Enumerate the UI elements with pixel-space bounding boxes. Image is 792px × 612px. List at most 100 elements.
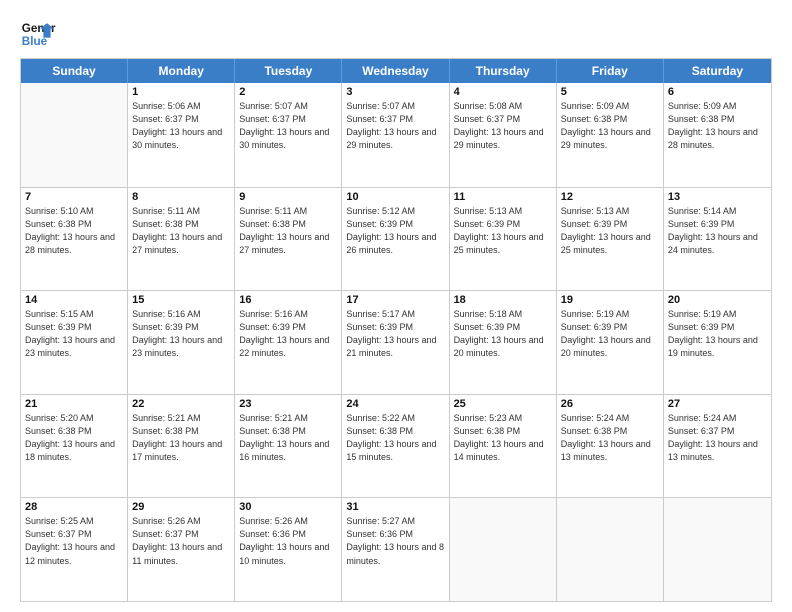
logo-icon: General Blue [20,16,56,52]
day-header-thursday: Thursday [450,59,557,83]
calendar-cell: 8 Sunrise: 5:11 AMSunset: 6:38 PMDaylight… [128,188,235,291]
calendar-cell: 28 Sunrise: 5:25 AMSunset: 6:37 PMDayligh… [21,498,128,601]
day-info: Sunrise: 5:08 AMSunset: 6:37 PMDaylight:… [454,100,552,152]
day-info: Sunrise: 5:11 AMSunset: 6:38 PMDaylight:… [239,205,337,257]
calendar-cell: 12 Sunrise: 5:13 AMSunset: 6:39 PMDayligh… [557,188,664,291]
calendar: SundayMondayTuesdayWednesdayThursdayFrid… [20,58,772,602]
day-info: Sunrise: 5:20 AMSunset: 6:38 PMDaylight:… [25,412,123,464]
day-info: Sunrise: 5:25 AMSunset: 6:37 PMDaylight:… [25,515,123,567]
calendar-cell: 31 Sunrise: 5:27 AMSunset: 6:36 PMDayligh… [342,498,449,601]
day-info: Sunrise: 5:13 AMSunset: 6:39 PMDaylight:… [561,205,659,257]
day-number: 30 [239,501,337,513]
calendar-header: SundayMondayTuesdayWednesdayThursdayFrid… [21,59,771,83]
day-number: 18 [454,294,552,306]
calendar-cell: 13 Sunrise: 5:14 AMSunset: 6:39 PMDayligh… [664,188,771,291]
day-number: 2 [239,86,337,98]
day-number: 3 [346,86,444,98]
day-header-friday: Friday [557,59,664,83]
day-info: Sunrise: 5:07 AMSunset: 6:37 PMDaylight:… [239,100,337,152]
day-number: 10 [346,191,444,203]
calendar-cell: 7 Sunrise: 5:10 AMSunset: 6:38 PMDaylight… [21,188,128,291]
calendar-cell: 26 Sunrise: 5:24 AMSunset: 6:38 PMDayligh… [557,395,664,498]
calendar-cell: 29 Sunrise: 5:26 AMSunset: 6:37 PMDayligh… [128,498,235,601]
day-info: Sunrise: 5:24 AMSunset: 6:38 PMDaylight:… [561,412,659,464]
svg-text:General: General [22,22,56,35]
calendar-cell: 14 Sunrise: 5:15 AMSunset: 6:39 PMDayligh… [21,291,128,394]
day-info: Sunrise: 5:21 AMSunset: 6:38 PMDaylight:… [239,412,337,464]
calendar-cell: 18 Sunrise: 5:18 AMSunset: 6:39 PMDayligh… [450,291,557,394]
day-info: Sunrise: 5:23 AMSunset: 6:38 PMDaylight:… [454,412,552,464]
day-header-saturday: Saturday [664,59,771,83]
day-number: 29 [132,501,230,513]
calendar-cell: 1Sunrise: 5:06 AMSunset: 6:37 PMDaylight… [128,83,235,187]
day-number: 5 [561,86,659,98]
day-header-wednesday: Wednesday [342,59,449,83]
calendar-cell: 6Sunrise: 5:09 AMSunset: 6:38 PMDaylight… [664,83,771,187]
day-info: Sunrise: 5:17 AMSunset: 6:39 PMDaylight:… [346,308,444,360]
logo: General Blue [20,16,56,52]
day-number: 16 [239,294,337,306]
day-info: Sunrise: 5:13 AMSunset: 6:39 PMDaylight:… [454,205,552,257]
day-info: Sunrise: 5:24 AMSunset: 6:37 PMDaylight:… [668,412,767,464]
calendar-week-3: 14 Sunrise: 5:15 AMSunset: 6:39 PMDayligh… [21,290,771,394]
calendar-cell [21,83,128,187]
day-number: 6 [668,86,767,98]
day-number: 31 [346,501,444,513]
day-info: Sunrise: 5:12 AMSunset: 6:39 PMDaylight:… [346,205,444,257]
calendar-cell: 10 Sunrise: 5:12 AMSunset: 6:39 PMDayligh… [342,188,449,291]
calendar-cell: 22 Sunrise: 5:21 AMSunset: 6:38 PMDayligh… [128,395,235,498]
calendar-week-2: 7 Sunrise: 5:10 AMSunset: 6:38 PMDaylight… [21,187,771,291]
day-number: 9 [239,191,337,203]
day-number: 8 [132,191,230,203]
day-info: Sunrise: 5:21 AMSunset: 6:38 PMDaylight:… [132,412,230,464]
calendar-week-5: 28 Sunrise: 5:25 AMSunset: 6:37 PMDayligh… [21,497,771,601]
calendar-week-4: 21Sunrise: 5:20 AMSunset: 6:38 PMDayligh… [21,394,771,498]
day-info: Sunrise: 5:26 AMSunset: 6:37 PMDaylight:… [132,515,230,567]
page: General Blue SundayMondayTuesdayWednesda… [0,0,792,612]
day-info: Sunrise: 5:27 AMSunset: 6:36 PMDaylight:… [346,515,444,567]
day-info: Sunrise: 5:19 AMSunset: 6:39 PMDaylight:… [561,308,659,360]
day-number: 28 [25,501,123,513]
calendar-cell: 16 Sunrise: 5:16 AMSunset: 6:39 PMDayligh… [235,291,342,394]
calendar-cell: 4Sunrise: 5:08 AMSunset: 6:37 PMDaylight… [450,83,557,187]
day-info: Sunrise: 5:10 AMSunset: 6:38 PMDaylight:… [25,205,123,257]
calendar-cell [450,498,557,601]
day-header-sunday: Sunday [21,59,128,83]
day-number: 11 [454,191,552,203]
day-info: Sunrise: 5:14 AMSunset: 6:39 PMDaylight:… [668,205,767,257]
calendar-cell: 25 Sunrise: 5:23 AMSunset: 6:38 PMDayligh… [450,395,557,498]
calendar-cell: 5Sunrise: 5:09 AMSunset: 6:38 PMDaylight… [557,83,664,187]
day-header-tuesday: Tuesday [235,59,342,83]
calendar-cell: 23 Sunrise: 5:21 AMSunset: 6:38 PMDayligh… [235,395,342,498]
calendar-cell: 20 Sunrise: 5:19 AMSunset: 6:39 PMDayligh… [664,291,771,394]
day-info: Sunrise: 5:15 AMSunset: 6:39 PMDaylight:… [25,308,123,360]
day-number: 7 [25,191,123,203]
header: General Blue [20,16,772,52]
day-info: Sunrise: 5:06 AMSunset: 6:37 PMDaylight:… [132,100,230,152]
calendar-cell [557,498,664,601]
day-number: 19 [561,294,659,306]
day-number: 14 [25,294,123,306]
calendar-cell: 15Sunrise: 5:16 AMSunset: 6:39 PMDayligh… [128,291,235,394]
calendar-cell: 27 Sunrise: 5:24 AMSunset: 6:37 PMDayligh… [664,395,771,498]
day-number: 20 [668,294,767,306]
day-info: Sunrise: 5:07 AMSunset: 6:37 PMDaylight:… [346,100,444,152]
calendar-cell: 21Sunrise: 5:20 AMSunset: 6:38 PMDayligh… [21,395,128,498]
day-number: 23 [239,398,337,410]
day-number: 17 [346,294,444,306]
day-info: Sunrise: 5:19 AMSunset: 6:39 PMDaylight:… [668,308,767,360]
day-number: 13 [668,191,767,203]
day-number: 22 [132,398,230,410]
day-info: Sunrise: 5:18 AMSunset: 6:39 PMDaylight:… [454,308,552,360]
day-info: Sunrise: 5:11 AMSunset: 6:38 PMDaylight:… [132,205,230,257]
day-number: 27 [668,398,767,410]
day-info: Sunrise: 5:16 AMSunset: 6:39 PMDaylight:… [239,308,337,360]
calendar-cell [664,498,771,601]
day-number: 26 [561,398,659,410]
day-number: 12 [561,191,659,203]
day-number: 25 [454,398,552,410]
calendar-week-1: 1Sunrise: 5:06 AMSunset: 6:37 PMDaylight… [21,83,771,187]
day-info: Sunrise: 5:22 AMSunset: 6:38 PMDaylight:… [346,412,444,464]
calendar-cell: 30Sunrise: 5:26 AMSunset: 6:36 PMDayligh… [235,498,342,601]
calendar-cell: 17 Sunrise: 5:17 AMSunset: 6:39 PMDayligh… [342,291,449,394]
